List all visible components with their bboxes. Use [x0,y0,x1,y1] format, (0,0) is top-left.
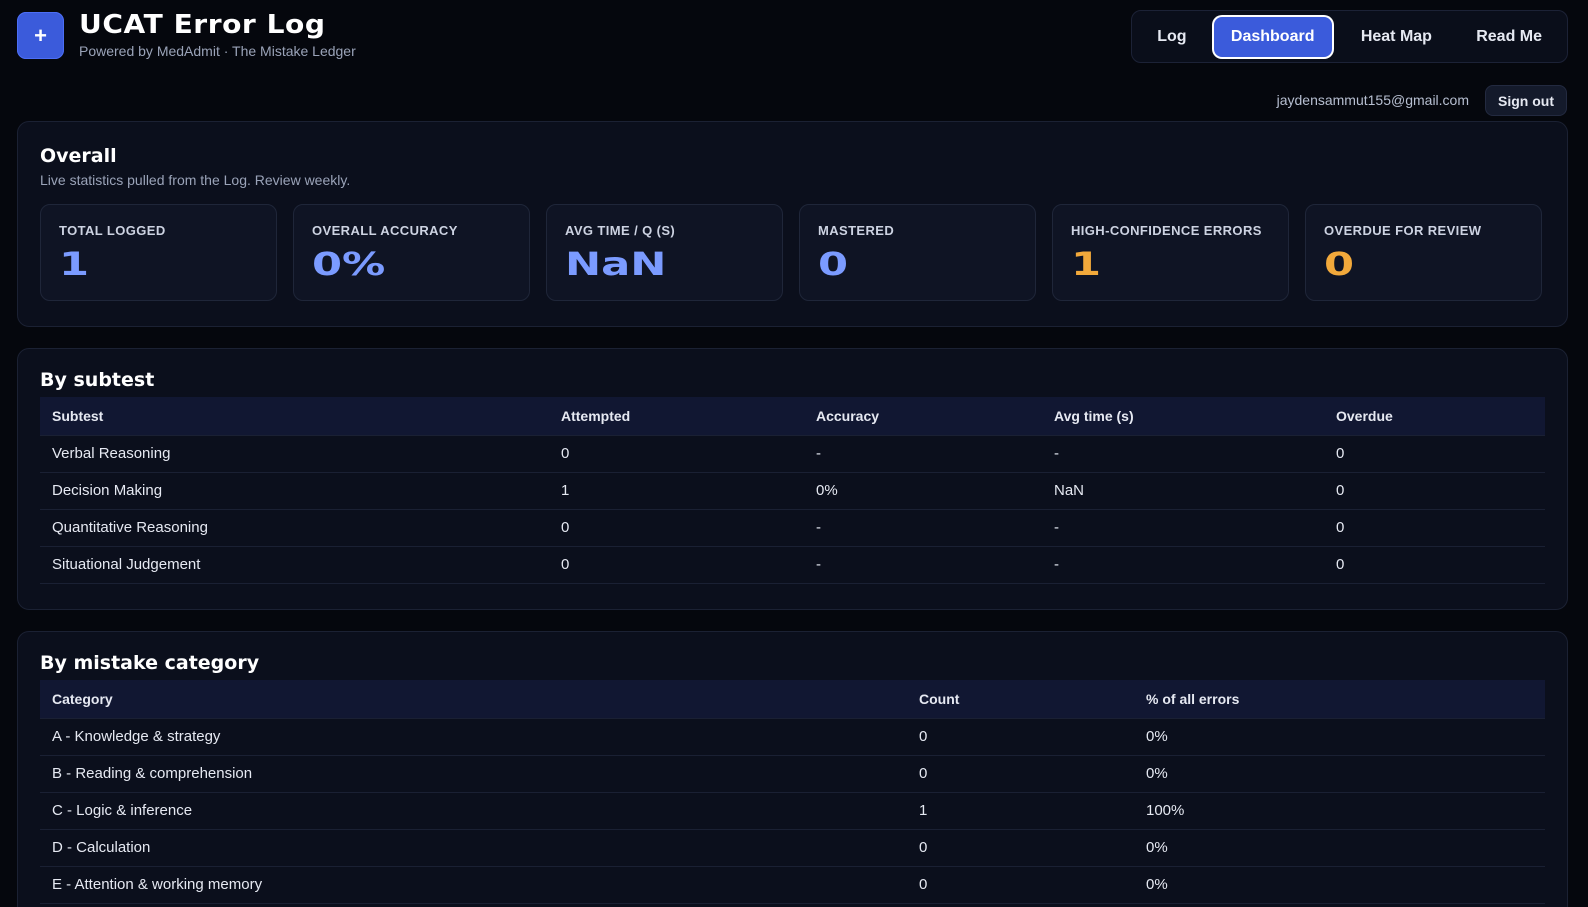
table-row: Verbal Reasoning 0 - - 0 [40,434,1545,473]
table-header-row: Subtest Attempted Accuracy Avg time (s) … [40,397,1545,435]
category-table: Category Count % of all errors A - Knowl… [40,680,1545,904]
table-row: D - Calculation 0 0% [40,829,1545,867]
col-header: Count [919,690,960,707]
nav-tab-dashboard[interactable]: Dashboard [1213,16,1332,57]
table-cell: A - Knowledge & strategy [40,717,907,756]
col-header: Avg time (s) [1054,407,1134,424]
stat-card-total-logged: TOTAL LOGGED 1 [40,204,277,301]
stat-label: MASTERED [818,223,895,238]
table-cell: 0 [1324,472,1545,510]
table-cell: - [1042,546,1324,584]
app-title: UCAT Error Log [79,10,326,40]
table-cell: - [804,434,1042,473]
nav-tab-log[interactable]: Log [1138,17,1206,57]
overall-panel: Overall Live statistics pulled from the … [17,121,1568,327]
table-cell: 0% [1134,866,1545,904]
table-cell: 0 [1324,546,1545,584]
nav-tab-read-me[interactable]: Read Me [1457,17,1561,57]
table-cell: - [1042,434,1324,473]
table-cell: - [804,509,1042,547]
table-cell: 0 [907,866,1134,904]
overall-description: Live statistics pulled from the Log. Rev… [40,172,351,188]
by-subtest-title: By subtest [40,369,155,391]
table-cell: B - Reading & comprehension [40,755,907,793]
table-cell: 0 [1324,434,1545,473]
stat-label: OVERDUE FOR REVIEW [1324,223,1482,238]
col-header: Category [52,690,113,707]
by-category-panel: By mistake category Category Count % of … [17,631,1568,907]
sign-out-button[interactable]: Sign out [1485,85,1567,116]
app-logo: + [17,12,64,59]
stat-card-overdue-for-review: OVERDUE FOR REVIEW 0 [1305,204,1542,301]
table-cell: 0 [549,434,804,473]
stat-card-avg-time: AVG TIME / Q (S) NaN [546,204,783,301]
nav-tab-heat-map[interactable]: Heat Map [1336,17,1458,57]
table-cell: 0% [804,472,1042,510]
table-cell: - [804,546,1042,584]
table-cell: NaN [1042,472,1324,510]
table-cell: Verbal Reasoning [40,434,549,473]
nav-tab-read-me-label: Read Me [1476,27,1543,45]
table-row: Situational Judgement 0 - - 0 [40,546,1545,584]
stat-card-overall-accuracy: OVERALL ACCURACY 0% [293,204,530,301]
table-cell: - [1042,509,1324,547]
table-cell: 0 [907,755,1134,793]
stat-value: NaN [565,245,667,283]
table-row: Quantitative Reasoning 0 - - 0 [40,509,1545,547]
table-cell: 0% [1134,829,1545,867]
table-cell: 0 [907,829,1134,867]
table-cell: 1 [549,472,804,510]
stat-value: 0% [312,245,386,283]
table-cell: D - Calculation [40,829,907,867]
table-cell: Quantitative Reasoning [40,509,549,547]
stat-card-high-confidence-errors: HIGH-CONFIDENCE ERRORS 1 [1052,204,1289,301]
nav-tab-heat-map-label: Heat Map [1360,27,1432,45]
app-root: + UCAT Error Log Powered by MedAdmit · T… [0,0,1588,907]
table-cell: 0 [549,509,804,547]
nav-tab-log-label: Log [1157,27,1187,45]
app-subtitle: Powered by MedAdmit · The Mistake Ledger [79,43,356,59]
stat-label: HIGH-CONFIDENCE ERRORS [1071,223,1262,238]
table-cell: E - Attention & working memory [40,866,907,904]
table-row: Decision Making 1 0% NaN 0 [40,472,1545,510]
overall-title: Overall [40,145,117,167]
nav-tab-dashboard-label: Dashboard [1230,27,1315,45]
col-header: Accuracy [816,407,880,424]
table-cell: 1 [907,792,1134,830]
col-header: Overdue [1336,407,1393,424]
table-cell: Situational Judgement [40,546,549,584]
stat-label: TOTAL LOGGED [59,223,166,238]
stat-label: AVG TIME / Q (S) [565,223,676,238]
stat-value: 0 [1324,245,1355,283]
subtest-table: Subtest Attempted Accuracy Avg time (s) … [40,397,1545,584]
table-row: A - Knowledge & strategy 0 0% [40,717,1545,756]
table-row: C - Logic & inference 1 100% [40,792,1545,830]
by-subtest-panel: By subtest Subtest Attempted Accuracy Av… [17,348,1568,610]
col-header: % of all errors [1146,690,1240,707]
plus-icon: + [34,22,47,48]
user-email: jaydensammut155@gmail.com [1276,92,1469,108]
table-header-row: Category Count % of all errors [40,680,1545,718]
stat-label: OVERALL ACCURACY [312,223,458,238]
table-cell: 0 [549,546,804,584]
col-header: Subtest [52,407,104,424]
table-row: E - Attention & working memory 0 0% [40,866,1545,904]
table-cell: C - Logic & inference [40,792,907,830]
by-category-title: By mistake category [40,652,260,674]
table-row: B - Reading & comprehension 0 0% [40,755,1545,793]
stat-value: 1 [1071,245,1102,283]
table-cell: 0% [1134,755,1545,793]
table-cell: 100% [1134,792,1545,830]
table-cell: 0% [1134,717,1545,756]
col-header: Attempted [561,407,631,424]
stat-card-mastered: MASTERED 0 [799,204,1036,301]
main-nav: Log Dashboard Heat Map Read Me [1131,10,1568,63]
table-cell: 0 [907,717,1134,756]
table-cell: Decision Making [40,472,549,510]
table-cell: 0 [1324,509,1545,547]
stat-cards: TOTAL LOGGED 1 OVERALL ACCURACY 0% AVG T… [40,204,1542,301]
stat-value: 1 [59,245,90,283]
stat-value: 0 [818,245,849,283]
